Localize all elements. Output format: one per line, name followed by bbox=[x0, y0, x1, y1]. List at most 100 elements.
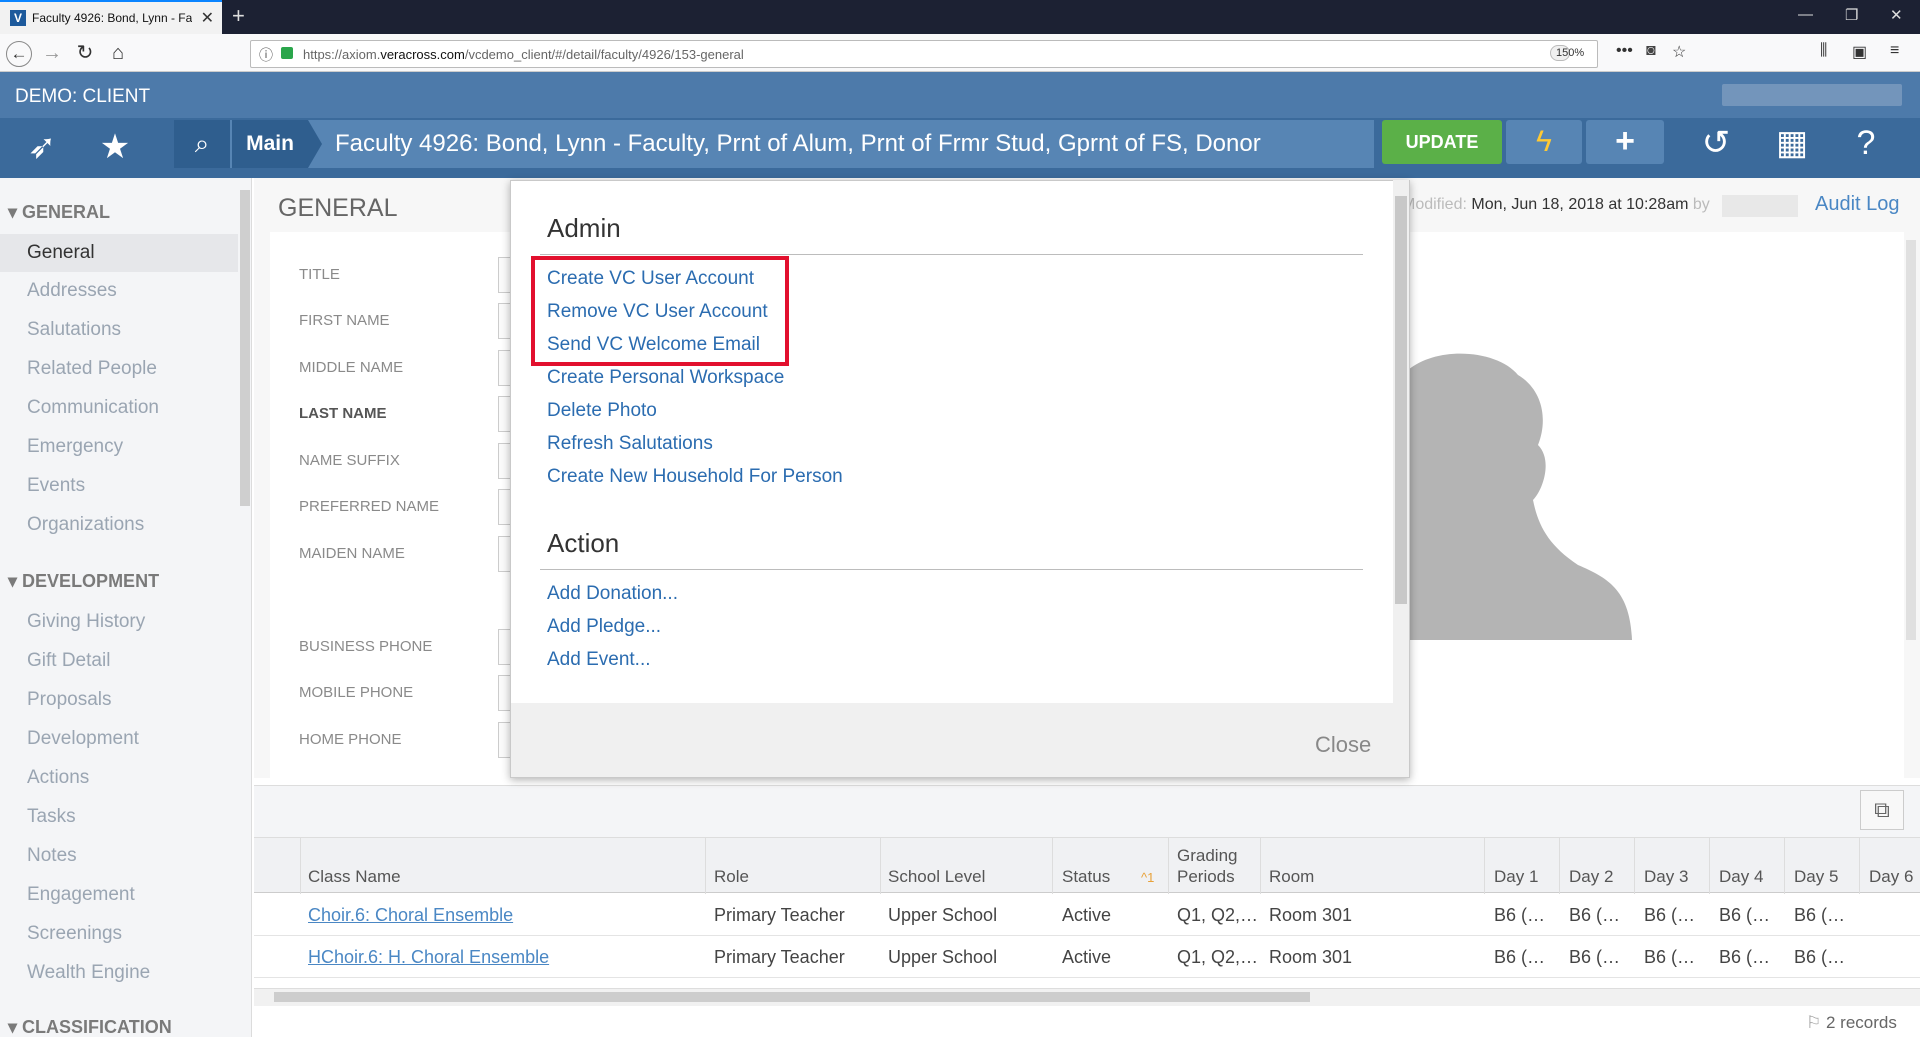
sidebar-section-general[interactable]: ▾ GENERAL bbox=[8, 202, 110, 223]
sidebar-item-actions[interactable]: Actions bbox=[0, 759, 238, 797]
admin-divider bbox=[540, 254, 1363, 255]
zoom-level-badge[interactable]: 150% bbox=[1550, 45, 1584, 61]
bookmark-star-icon[interactable]: ☆ bbox=[1672, 42, 1686, 62]
admin-section-title: Admin bbox=[547, 213, 621, 243]
add-donation-link[interactable]: Add Donation... bbox=[547, 583, 678, 605]
library-icon[interactable]: ⫼ bbox=[1820, 42, 1827, 60]
sidebar-item-related-people[interactable]: Related People bbox=[0, 350, 238, 388]
close-window-icon[interactable]: ✕ bbox=[1890, 6, 1903, 24]
dialog-scroll-thumb[interactable] bbox=[1395, 196, 1407, 604]
history-icon[interactable]: ↺ bbox=[1688, 122, 1744, 164]
breadcrumb-main[interactable]: Main bbox=[232, 120, 308, 168]
col-day-1[interactable]: Day 1 bbox=[1494, 867, 1538, 887]
cell-status: Active bbox=[1062, 905, 1112, 925]
cell-room: Room 301 bbox=[1269, 947, 1353, 967]
sidebar-item-general[interactable]: General bbox=[0, 234, 238, 272]
sidebar-item-salutations[interactable]: Salutations bbox=[0, 311, 238, 349]
open-external-icon[interactable]: ⧉ bbox=[1860, 790, 1904, 830]
site-info-icon[interactable]: ⓘ bbox=[259, 45, 273, 65]
sidebar-item-gift-detail[interactable]: Gift Detail bbox=[0, 642, 238, 680]
sidebar-item-emergency[interactable]: Emergency bbox=[0, 428, 238, 466]
sidebar-item-organizations[interactable]: Organizations bbox=[0, 506, 238, 544]
main-scrollbar[interactable] bbox=[1906, 240, 1916, 640]
modified-info: Modified: Mon, Jun 18, 2018 at 10:28am b… bbox=[1402, 196, 1710, 213]
help-question-icon[interactable]: ? bbox=[1838, 122, 1894, 164]
back-arrow-icon[interactable]: ← bbox=[6, 41, 32, 67]
sidebar-item-proposals[interactable]: Proposals bbox=[0, 681, 238, 719]
field-label-first-name: FIRST NAME bbox=[299, 312, 390, 329]
sidebar-item-wealth-engine[interactable]: Wealth Engine bbox=[0, 954, 238, 992]
col-status[interactable]: Status bbox=[1062, 867, 1110, 887]
col-day-5[interactable]: Day 5 bbox=[1794, 867, 1838, 887]
field-label-title: TITLE bbox=[299, 266, 340, 283]
sidebar-toggle-icon[interactable]: ▣ bbox=[1852, 42, 1867, 62]
sidebar-section-development[interactable]: ▾ DEVELOPMENT bbox=[8, 571, 159, 592]
rocket-icon[interactable]: ➶ bbox=[17, 124, 67, 170]
close-dialog-button[interactable]: Close bbox=[1315, 732, 1371, 758]
sidebar-item-addresses[interactable]: Addresses bbox=[0, 272, 238, 310]
audit-log-link[interactable]: Audit Log bbox=[1815, 193, 1900, 216]
page-actions-icon[interactable]: ••• bbox=[1616, 42, 1633, 60]
col-periods[interactable]: Periods bbox=[1177, 867, 1235, 887]
col-grading[interactable]: Grading bbox=[1177, 846, 1237, 866]
sidebar-item-development[interactable]: Development bbox=[0, 720, 238, 758]
create-personal-workspace-link[interactable]: Create Personal Workspace bbox=[547, 367, 784, 389]
pocket-icon[interactable]: ◙ bbox=[1646, 42, 1656, 60]
sidebar-item-notes[interactable]: Notes bbox=[0, 837, 238, 875]
cell-periods: Q1, Q2,… bbox=[1177, 947, 1259, 967]
sidebar-scrollbar[interactable] bbox=[240, 190, 250, 506]
search-icon[interactable]: ⌕ bbox=[174, 120, 230, 168]
dashboard-grid-icon[interactable]: ▦ bbox=[1764, 122, 1820, 164]
browser-tab[interactable]: V Faculty 4926: Bond, Lynn - Facu ✕ bbox=[0, 0, 222, 34]
add-pledge-link[interactable]: Add Pledge... bbox=[547, 616, 661, 638]
cell-day-2: B6 (… bbox=[1569, 905, 1621, 925]
class-name-link[interactable]: Choir.6: Choral Ensemble bbox=[308, 905, 513, 926]
field-label-business-phone: BUSINESS PHONE bbox=[299, 638, 433, 655]
sidebar-item-events[interactable]: Events bbox=[0, 467, 238, 505]
reload-icon[interactable]: ↻ bbox=[73, 41, 97, 65]
cell-level: Upper School bbox=[888, 905, 998, 925]
favorites-star-icon[interactable]: ★ bbox=[90, 124, 140, 170]
cell-day-3: B6 (… bbox=[1644, 947, 1696, 967]
redacted-modifier bbox=[1722, 195, 1798, 217]
col-day-6[interactable]: Day 6 bbox=[1869, 867, 1913, 887]
cell-status: Active bbox=[1062, 947, 1112, 967]
new-tab-button[interactable]: + bbox=[232, 3, 245, 29]
col-day-3[interactable]: Day 3 bbox=[1644, 867, 1688, 887]
col-day-4[interactable]: Day 4 bbox=[1719, 867, 1763, 887]
cell-level: Upper School bbox=[888, 947, 998, 967]
add-event-link[interactable]: Add Event... bbox=[547, 649, 651, 671]
create-new-household-link[interactable]: Create New Household For Person bbox=[547, 466, 843, 488]
sidebar-section-classification[interactable]: ▾ CLASSIFICATION bbox=[8, 1017, 172, 1037]
client-label: DEMO: CLIENT bbox=[15, 86, 151, 107]
col-room[interactable]: Room bbox=[1269, 867, 1314, 887]
quick-actions-bolt-icon[interactable]: ϟ bbox=[1506, 120, 1582, 164]
col-day-2[interactable]: Day 2 bbox=[1569, 867, 1613, 887]
minimize-window-icon[interactable]: — bbox=[1798, 6, 1813, 23]
add-record-plus-icon[interactable]: + bbox=[1586, 120, 1664, 164]
grid-scroll-thumb[interactable] bbox=[274, 992, 1310, 1002]
sidebar-item-tasks[interactable]: Tasks bbox=[0, 798, 238, 836]
secure-lock-icon bbox=[281, 47, 293, 59]
restore-window-icon[interactable]: ❐ bbox=[1845, 6, 1858, 24]
grid-toolbar bbox=[254, 785, 1920, 837]
close-tab-icon[interactable]: ✕ bbox=[201, 8, 214, 28]
refresh-salutations-link[interactable]: Refresh Salutations bbox=[547, 433, 713, 455]
forward-arrow-icon[interactable]: → bbox=[40, 41, 64, 65]
menu-hamburger-icon[interactable]: ≡ bbox=[1890, 42, 1899, 60]
field-label-middle-name: MIDDLE NAME bbox=[299, 359, 404, 376]
sidebar-item-screenings[interactable]: Screenings bbox=[0, 915, 238, 953]
sidebar-item-giving-history[interactable]: Giving History bbox=[0, 603, 238, 641]
col-class-name[interactable]: Class Name bbox=[308, 867, 401, 887]
update-button[interactable]: UPDATE bbox=[1382, 120, 1502, 164]
field-label-maiden-name: MAIDEN NAME bbox=[299, 545, 405, 562]
sidebar-item-communication[interactable]: Communication bbox=[0, 389, 238, 427]
sidebar-item-engagement[interactable]: Engagement bbox=[0, 876, 238, 914]
url-bar[interactable]: ⓘ https://axiom.veracross.com/vcdemo_cli… bbox=[250, 40, 1598, 68]
delete-photo-link[interactable]: Delete Photo bbox=[547, 400, 657, 422]
col-school-level[interactable]: School Level bbox=[888, 867, 985, 887]
class-name-link[interactable]: HChoir.6: H. Choral Ensemble bbox=[308, 947, 549, 968]
home-icon[interactable]: ⌂ bbox=[106, 41, 130, 65]
col-role[interactable]: Role bbox=[714, 867, 749, 887]
cell-periods: Q1, Q2,… bbox=[1177, 905, 1259, 925]
